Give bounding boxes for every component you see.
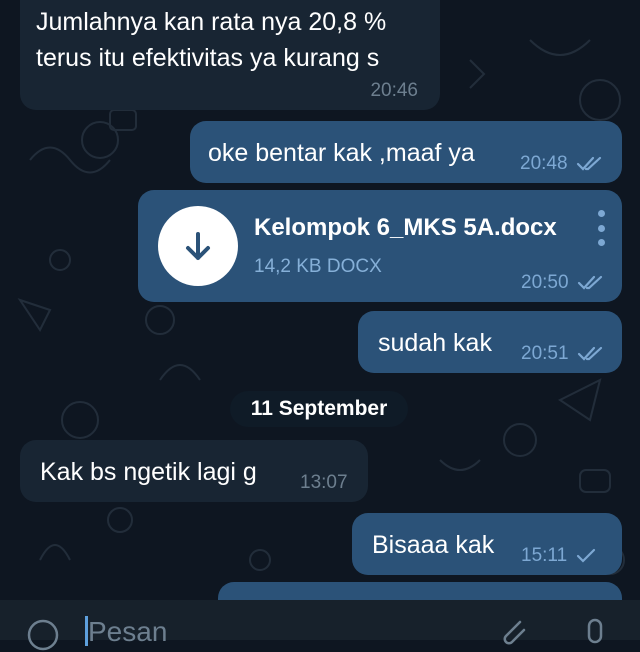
message-text-line: terus itu efektivitas ya kurang s bbox=[36, 44, 380, 72]
message-text: Bisaaa kak bbox=[372, 531, 495, 559]
single-check-icon bbox=[577, 548, 596, 563]
message-incoming[interactable]: Jumlahnya kan rata nya 20,8 % terus itu … bbox=[20, 0, 440, 110]
message-outgoing[interactable]: oke bentar kak ,maaf ya 20:48 bbox=[190, 121, 622, 183]
paperclip-icon[interactable] bbox=[496, 614, 530, 648]
message-meta: 20:46 bbox=[370, 80, 418, 102]
message-meta: 20:50 bbox=[521, 272, 607, 294]
double-check-icon bbox=[577, 275, 602, 290]
message-meta: 20:48 bbox=[520, 153, 606, 175]
file-name[interactable]: Kelompok 6_MKS 5A.docx bbox=[254, 214, 557, 242]
message-input[interactable]: Pesan bbox=[88, 616, 167, 648]
message-meta: 15:11 bbox=[521, 545, 597, 567]
message-text: sudah kak bbox=[378, 329, 492, 357]
more-vertical-icon[interactable] bbox=[594, 210, 608, 246]
file-size: 14,2 KB DOCX bbox=[254, 256, 382, 277]
message-time: 20:50 bbox=[521, 272, 569, 293]
emoji-icon[interactable] bbox=[26, 618, 60, 652]
microphone-icon[interactable] bbox=[580, 616, 610, 650]
message-time: 20:51 bbox=[521, 343, 569, 364]
date-separator: 11 September bbox=[230, 391, 408, 427]
message-meta: 20:51 bbox=[521, 343, 607, 365]
message-outgoing[interactable]: sudah kak 20:51 bbox=[358, 311, 622, 373]
message-meta: 13:07 bbox=[300, 472, 348, 494]
message-text: oke bentar kak ,maaf ya bbox=[208, 139, 475, 167]
message-text-line: Jumlahnya kan rata nya 20,8 % bbox=[36, 8, 387, 36]
message-time: 13:07 bbox=[300, 472, 348, 493]
download-arrow-icon[interactable] bbox=[158, 206, 238, 286]
message-outgoing[interactable]: Bisaaa kak 15:11 bbox=[352, 513, 622, 575]
double-check-icon bbox=[577, 346, 602, 361]
message-time: 20:46 bbox=[370, 80, 418, 101]
message-time: 15:11 bbox=[521, 545, 568, 566]
double-check-icon bbox=[576, 156, 601, 171]
message-time: 20:48 bbox=[520, 153, 568, 174]
message-incoming[interactable]: Kak bs ngetik lagi g 13:07 bbox=[20, 440, 368, 502]
message-text: Kak bs ngetik lagi g bbox=[40, 458, 257, 486]
